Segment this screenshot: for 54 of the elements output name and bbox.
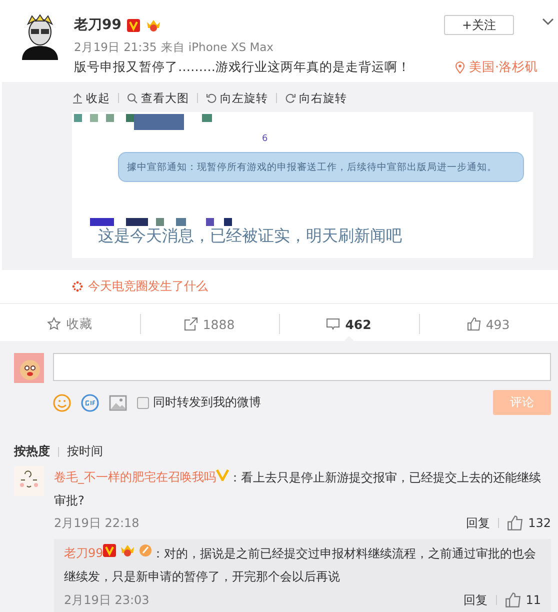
chevron-down-icon[interactable] <box>542 18 554 26</box>
like-count[interactable]: 132 <box>528 512 551 534</box>
star-icon <box>47 317 62 331</box>
thumbs-up-icon <box>466 317 481 331</box>
sparkle-icon <box>72 281 83 292</box>
action-tab[interactable]: 收藏 <box>0 307 140 341</box>
image-background[interactable]: 6 據中宣部通知：现暂停所有游戏的申报審送工作，后续待中宣部出版局进一步通知。 这是今天消息，已经被证实，明天刷新闻吧 <box>72 112 533 258</box>
action-tab[interactable]: 1888 <box>140 307 279 341</box>
repost-label: 同时转发到我的微博 <box>153 394 261 411</box>
thumbs-up-icon <box>507 515 524 532</box>
action-tab[interactable]: 462 <box>279 307 418 341</box>
image-icon[interactable] <box>109 394 127 410</box>
gif-icon[interactable] <box>81 394 99 412</box>
image-toolbar-link[interactable]: 向右旋转 <box>285 90 347 106</box>
image-text: 6 <box>262 134 268 144</box>
user-avatar-drawing <box>14 353 44 383</box>
share-icon <box>184 317 198 331</box>
comment-input-field[interactable] <box>53 353 551 381</box>
sort-tab[interactable]: 按时间 <box>67 443 103 460</box>
comment-text: 卷毛_不一样的肥宅在召唤我吗 ：看上去只是停止新游提交报审，已经提交上去的还能继续审批? <box>54 468 542 510</box>
verified-icon <box>216 469 229 481</box>
rotate-right-icon <box>285 92 296 104</box>
post-time[interactable]: 2月19日 21:35 <box>74 40 157 55</box>
commenter-avatar-drawing[interactable] <box>14 466 44 496</box>
follow-button[interactable]: +关注 <box>444 15 514 35</box>
reply-link[interactable]: 回复 <box>464 588 488 611</box>
smiley-icon[interactable] <box>53 394 71 412</box>
verified-badge-icon <box>127 18 140 32</box>
comment-time: 2月19日 23:03 <box>64 592 150 609</box>
action-tab[interactable]: 493 <box>418 307 558 341</box>
comment-text: 老刀99 ：对的，据说是之前已经提交过申报材料继续流程，之前通过审批的也会继续发，只是新申请的暂停了，开完那个会以后再说 <box>64 542 541 588</box>
search-icon <box>127 92 138 104</box>
like-count[interactable]: 11 <box>526 588 541 611</box>
comment-icon <box>326 317 340 331</box>
avatar-drawing[interactable] <box>20 14 60 60</box>
upload-icon <box>72 92 83 104</box>
crown-icon <box>146 18 162 32</box>
author-name[interactable]: 老刀99 <box>74 16 122 34</box>
comment-time: 2月19日 22:18 <box>54 515 140 532</box>
thumbs-up-icon <box>504 592 521 608</box>
post-source: 来自 iPhone XS Max <box>160 40 274 55</box>
image-toolbar-link[interactable]: 向左旋转 <box>206 90 268 106</box>
image-toolbar-link[interactable]: 收起 <box>72 90 110 106</box>
repost-checkbox[interactable] <box>137 396 149 408</box>
post-text: 版号申报又暂停了………游戏行业这两年真的是走背运啊！ <box>74 59 410 76</box>
crown-icon <box>120 543 136 558</box>
verified-badge-icon <box>103 544 116 558</box>
image-caption: 这是今天消息，已经被证实，明天刷新闻吧 <box>98 226 402 247</box>
reply-link[interactable]: 回复 <box>466 512 490 534</box>
image-toolbar-link[interactable]: 查看大图 <box>127 90 189 106</box>
location-pin-icon <box>455 61 466 74</box>
message-bubble: 據中宣部通知：现暂停所有游戏的申报審送工作，后续待中宣部出版局进一步通知。 <box>118 152 524 182</box>
sort-tab[interactable]: 按热度 <box>14 443 50 460</box>
rotate-left-icon <box>206 92 217 104</box>
